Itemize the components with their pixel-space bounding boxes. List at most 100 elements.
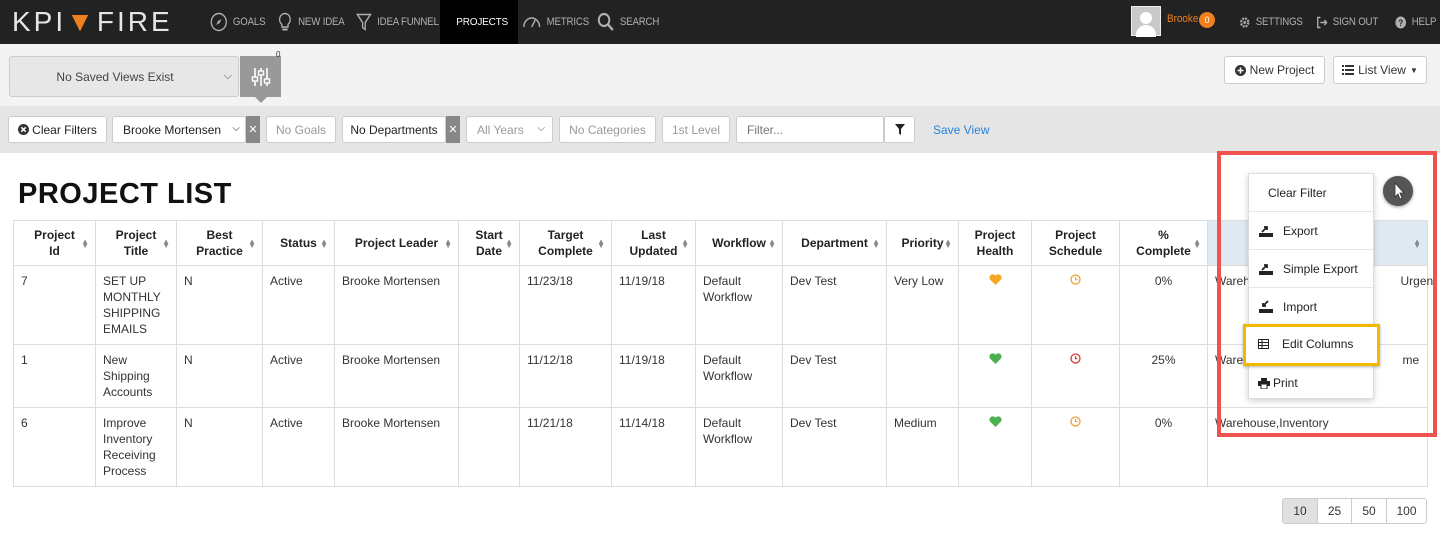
project-leader-select[interactable]: Brooke Mortensen ⌵ (112, 116, 246, 143)
page-title: PROJECT LIST (18, 178, 232, 210)
col-percent-complete[interactable]: % Complete ▲ ▼ (1119, 220, 1208, 266)
remove-departments-filter[interactable]: ✕ (446, 116, 460, 143)
search-icon (597, 12, 614, 31)
nav-metrics[interactable]: METRICS (522, 0, 589, 44)
sort-icon: ▲ ▼ (768, 237, 776, 250)
filters-count: 0 (276, 50, 281, 59)
col-best-practice[interactable]: Best Practice ▲ ▼ (176, 220, 263, 266)
sort-icon: ▲ ▼ (505, 237, 513, 250)
sort-icon: ▲ ▼ (681, 237, 689, 250)
table-row[interactable]: 7 SET UP MONTHLY SHIPPING EMAILS N Activ… (13, 265, 1437, 345)
compass-icon (210, 12, 227, 32)
health-cell (958, 407, 1032, 487)
nav-sign-out[interactable]: SIGN OUT (1316, 0, 1378, 44)
page-size-50[interactable]: 50 (1352, 499, 1387, 523)
avatar[interactable] (1131, 6, 1161, 37)
col-last-updated[interactable]: Last Updated ▲ ▼ (611, 220, 696, 266)
lightbulb-icon (278, 12, 291, 31)
sliders-arrow (255, 97, 267, 103)
annotation-highlight-frame (1217, 151, 1437, 437)
dashboard-icon (523, 17, 541, 28)
apply-filter-button[interactable] (884, 116, 915, 143)
col-priority[interactable]: Priority ▲ ▼ (886, 220, 959, 266)
schedule-cell (1031, 407, 1120, 487)
sort-icon: ▲ ▼ (1193, 237, 1201, 250)
plus-circle-icon (1234, 64, 1246, 76)
col-status[interactable]: Status ▲ ▼ (262, 220, 335, 266)
saved-views-select[interactable]: No Saved Views Exist ⌵ (9, 56, 239, 97)
clock-icon (1070, 353, 1081, 364)
nav-idea-funnel[interactable]: IDEA FUNNEL (356, 0, 439, 44)
schedule-cell (1031, 344, 1120, 408)
close-circle-icon (18, 124, 30, 135)
page-size-100[interactable]: 100 (1387, 499, 1426, 523)
sort-icon: ▲ ▼ (81, 237, 89, 250)
heart-icon (988, 274, 1002, 285)
col-project-title[interactable]: Project Title ▲ ▼ (95, 220, 177, 266)
table-row[interactable]: 6 Improve Inventory Receiving Process N … (13, 407, 1428, 487)
list-icon (1342, 65, 1355, 75)
clear-filters-button[interactable]: Clear Filters (8, 116, 107, 143)
table-row[interactable]: 1 New Shipping Accounts N Active Brooke … (13, 344, 1428, 408)
chevron-down-icon: ⌵ (232, 123, 240, 134)
col-project-leader[interactable]: Project Leader ▲ ▼ (334, 220, 459, 266)
sliders-icon (251, 67, 270, 86)
page-size-selector: 10 25 50 100 (1282, 498, 1427, 524)
col-start-date[interactable]: Start Date ▲ ▼ (458, 220, 520, 266)
kpifire-logo[interactable]: KPI▼FIRE (12, 6, 173, 38)
svg-text:?: ? (1398, 17, 1403, 28)
caret-down-icon: ▼ (1409, 65, 1418, 75)
nav-settings[interactable]: SETTINGS (1239, 0, 1303, 44)
remove-leader-filter[interactable]: ✕ (246, 116, 260, 143)
notification-badge[interactable]: 0 (1199, 12, 1215, 28)
sort-icon: ▲ ▼ (872, 237, 880, 250)
clock-icon (1070, 274, 1081, 285)
years-select[interactable]: All Years ⌵ (466, 116, 553, 143)
sort-icon: ▲ ▼ (320, 237, 328, 250)
table-header-row: Project Id ▲ ▼ Project Title ▲ ▼ Best Practice ▲… (13, 220, 1428, 266)
nav-projects[interactable]: PROJECTS (440, 0, 518, 44)
level-filter[interactable]: 1st Level (662, 116, 730, 143)
page-size-25[interactable]: 25 (1318, 499, 1352, 523)
heart-icon (988, 416, 1002, 427)
funnel-icon (894, 124, 905, 135)
col-project-id[interactable]: Project Id ▲ ▼ (13, 220, 96, 266)
heart-icon (988, 353, 1002, 364)
health-cell (958, 344, 1032, 408)
close-icon: ✕ (448, 124, 458, 136)
nav-search[interactable]: SEARCH (597, 0, 659, 44)
chevron-down-icon: ⌵ (537, 123, 545, 134)
sort-icon: ▲ ▼ (444, 237, 452, 250)
col-department[interactable]: Department ▲ ▼ (782, 220, 887, 266)
help-icon: ? (1395, 16, 1406, 28)
save-view-link[interactable]: Save View (933, 123, 989, 137)
funnel-icon (356, 13, 372, 31)
clock-icon (1070, 416, 1081, 427)
top-navbar: KPI▼FIRE GOALS NEW IDEA IDEA FUNNEL PROJ… (0, 0, 1440, 44)
col-workflow[interactable]: Workflow ▲ ▼ (695, 220, 783, 266)
new-project-button[interactable]: New Project (1224, 56, 1325, 84)
nav-new-idea[interactable]: NEW IDEA (277, 0, 345, 44)
list-view-button[interactable]: List View ▼ (1333, 56, 1427, 84)
page-size-10[interactable]: 10 (1283, 499, 1318, 523)
nav-help[interactable]: ? HELP (1395, 0, 1436, 44)
filter-input[interactable] (736, 116, 884, 143)
sort-icon: ▲ ▼ (944, 237, 952, 250)
health-cell (958, 265, 1032, 345)
col-project-health[interactable]: Project Health (958, 220, 1032, 266)
nav-goals[interactable]: GOALS (210, 0, 266, 44)
close-icon: ✕ (248, 124, 258, 136)
col-target-complete[interactable]: Target Complete ▲ ▼ (519, 220, 612, 266)
schedule-cell (1031, 265, 1120, 345)
gear-icon (1240, 16, 1250, 28)
sort-icon: ▲ ▼ (597, 237, 605, 250)
categories-filter[interactable]: No Categories (559, 116, 656, 143)
sort-icon: ▲ ▼ (248, 237, 256, 250)
col-project-schedule[interactable]: Project Schedule (1031, 220, 1120, 266)
sort-icon: ▲ ▼ (162, 237, 170, 250)
departments-filter[interactable]: No Departments (342, 116, 446, 143)
sign-out-icon (1317, 16, 1328, 28)
goals-filter[interactable]: No Goals (266, 116, 336, 143)
user-name[interactable]: Brooke (1167, 13, 1198, 25)
filter-sliders-button[interactable] (240, 56, 281, 97)
